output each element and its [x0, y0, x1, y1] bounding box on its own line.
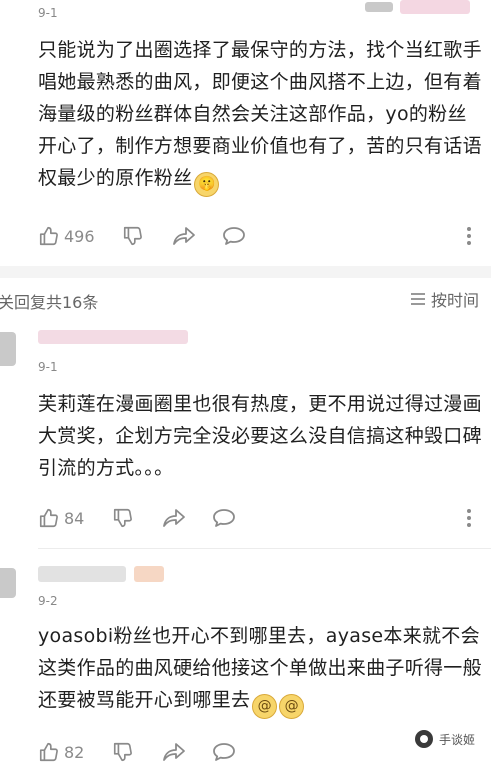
username-blurred — [38, 330, 188, 344]
thumbs-down-icon — [113, 742, 132, 762]
sort-lines-icon — [410, 293, 425, 305]
dislike-button[interactable] — [112, 739, 134, 765]
comment-actions: 496 — [38, 223, 478, 249]
comment-bubble-icon — [223, 227, 245, 245]
comment-date: 9-1 — [38, 360, 58, 374]
share-button[interactable] — [172, 223, 196, 249]
watermark-logo-icon — [414, 730, 433, 748]
username-blurred — [400, 0, 470, 14]
username-blurred — [38, 566, 126, 582]
comment-text: 只能说为了出圈选择了最保守的方法，找个当红歌手唱她最熟悉的曲风，即便这个曲风搭不… — [38, 34, 484, 197]
share-arrow-icon — [163, 743, 185, 761]
like-button[interactable]: 496 — [38, 223, 95, 249]
username-blurred — [134, 566, 164, 582]
section-divider — [0, 266, 491, 278]
comment-date: 9-1 — [38, 6, 58, 20]
reply-button[interactable] — [212, 505, 236, 531]
share-arrow-icon — [163, 509, 185, 527]
like-button[interactable]: 84 — [38, 505, 84, 531]
like-count: 84 — [64, 508, 85, 528]
shh-emoji-icon: 🤫 — [194, 172, 220, 197]
like-count: 82 — [64, 742, 85, 762]
reply-count-label: 关回复共16条 — [0, 293, 99, 312]
comment-actions: 82 — [38, 739, 478, 765]
comment-bubble-icon — [213, 743, 235, 761]
username-blurred — [365, 2, 393, 12]
more-button[interactable] — [466, 505, 472, 531]
thumbs-up-icon — [39, 742, 58, 762]
watermark-label: 手谈姬 — [438, 732, 475, 747]
thumbs-down-icon — [113, 508, 132, 528]
comment-date: 9-2 — [38, 594, 58, 608]
sort-toggle[interactable]: 按时间 — [410, 287, 479, 311]
comment-1: 9-1 只能说为了出圈选择了最保守的方法，找个当红歌手唱她最熟悉的曲风，即便这个… — [0, 0, 491, 262]
comment-body: 芙莉莲在漫画圈里也很有热度，更不用说过得过漫画大赏奖，企划方完全没必要这么没自信… — [38, 393, 482, 479]
thumbs-down-icon — [123, 226, 142, 246]
more-button[interactable] — [466, 223, 472, 249]
more-vertical-icon — [467, 509, 471, 527]
comment-text: 芙莉莲在漫画圈里也很有热度，更不用说过得过漫画大赏奖，企划方完全没必要这么没自信… — [38, 388, 484, 484]
like-button[interactable]: 82 — [38, 739, 84, 765]
avatar — [0, 568, 16, 598]
reply-button[interactable] — [212, 739, 236, 765]
watermark: 手谈姬 — [414, 730, 475, 748]
share-button[interactable] — [162, 505, 186, 531]
avatar — [0, 332, 16, 366]
dizzy-emoji-icon: @ — [279, 694, 305, 719]
thumbs-up-icon — [39, 226, 58, 246]
reply-bar: 关回复共16条 按时间 — [0, 283, 491, 315]
share-arrow-icon — [173, 227, 195, 245]
comment-2: 9-1 芙莉莲在漫画圈里也很有热度，更不用说过得过漫画大赏奖，企划方完全没必要这… — [0, 322, 491, 536]
thumbs-up-icon — [39, 508, 58, 528]
like-count: 496 — [64, 226, 95, 246]
comment-divider — [38, 548, 491, 549]
comment-bubble-icon — [213, 509, 235, 527]
share-button[interactable] — [162, 739, 186, 765]
reply-button[interactable] — [222, 223, 246, 249]
dislike-button[interactable] — [112, 505, 134, 531]
more-vertical-icon — [467, 227, 471, 245]
dizzy-emoji-icon: @ — [252, 694, 278, 719]
comment-body: 只能说为了出圈选择了最保守的方法，找个当红歌手唱她最熟悉的曲风，即便这个曲风搭不… — [38, 39, 482, 189]
comment-text: yoasobi粉丝也开心不到哪里去，ayase本来就不会这类作品的曲风硬给他接这… — [38, 620, 484, 719]
sort-label: 按时间 — [430, 291, 479, 310]
comment-actions: 84 — [38, 505, 478, 531]
dislike-button[interactable] — [122, 223, 144, 249]
